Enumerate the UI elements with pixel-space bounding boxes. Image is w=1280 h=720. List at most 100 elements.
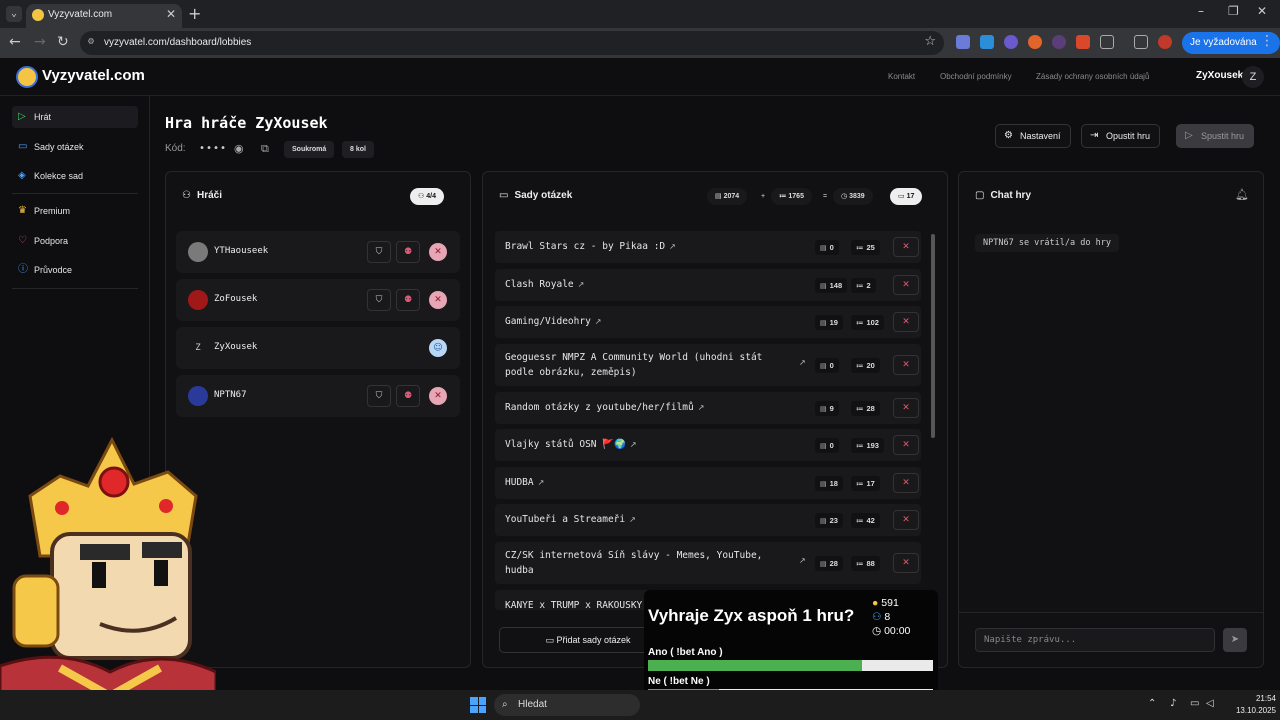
scrollbar[interactable] (931, 234, 935, 438)
tray-chevron-icon[interactable]: ⌃ (1148, 698, 1156, 709)
minimize-icon[interactable]: – (1198, 4, 1204, 18)
external-link-icon[interactable]: ↗ (629, 515, 636, 524)
username[interactable]: ZyXousek (1196, 70, 1243, 81)
contact-link[interactable]: Kontakt (888, 72, 915, 81)
leave-game-button[interactable]: ⇥ Opustit hru (1081, 124, 1161, 148)
remove-set-button[interactable]: ✕ (893, 355, 919, 375)
external-link-icon[interactable]: ↗ (669, 242, 676, 251)
remove-set-button[interactable]: ✕ (893, 553, 919, 573)
question-set-row[interactable]: Random otázky z youtube/her/filmů ↗ ▤ 9 ≔ 28 ✕ (495, 392, 921, 424)
close-window-icon[interactable]: ✕ (1257, 4, 1267, 18)
remove-set-button[interactable]: ✕ (893, 510, 919, 530)
extension-icon[interactable] (956, 35, 970, 49)
maximize-icon[interactable]: ❐ (1228, 4, 1239, 18)
shield-icon[interactable]: ⛉ (367, 289, 391, 311)
question-set-row[interactable]: Vlajky států OSN 🚩🌍 ↗ ▤ 0 ≔ 193 ✕ (495, 429, 921, 461)
send-button[interactable]: ➤ (1223, 628, 1247, 652)
shield-icon[interactable]: ⛉ (367, 241, 391, 263)
extension-icon[interactable] (980, 35, 994, 49)
address-bar[interactable]: ⚙ vyzyvatel.com/dashboard/lobbies ☆ (80, 31, 944, 55)
question-set-name[interactable]: Gaming/Videohry ↗ (505, 314, 805, 329)
make-host-icon[interactable]: ⚉ (396, 385, 420, 407)
taskbar-search[interactable]: ⌕ Hledat (494, 694, 640, 716)
site-info-icon[interactable]: ⚙ (88, 36, 94, 47)
question-set-row[interactable]: HUDBA ↗ ▤ 18 ≔ 17 ✕ (495, 467, 921, 499)
extension-icon[interactable] (1076, 35, 1090, 49)
question-set-row[interactable]: Geoguessr NMPZ A Community World (uhodni… (495, 344, 921, 386)
reload-icon[interactable]: ↻ (57, 34, 69, 50)
question-set-row[interactable]: Brawl Stars cz - by Pikaa :D ↗ ▤ 0 ≔ 25 ✕ (495, 231, 921, 263)
question-set-name[interactable]: Random otázky z youtube/her/filmů ↗ (505, 400, 805, 415)
remove-set-button[interactable]: ✕ (893, 237, 919, 257)
remove-set-button[interactable]: ✕ (893, 398, 919, 418)
remove-set-button[interactable]: ✕ (893, 275, 919, 295)
external-link-icon[interactable]: ↗ (630, 440, 637, 449)
bookmark-star-icon[interactable]: ☆ (924, 34, 936, 49)
remove-set-button[interactable]: ✕ (893, 435, 919, 455)
question-set-row[interactable]: YouTubeři a Streameři ↗ ▤ 23 ≔ 42 ✕ (495, 504, 921, 536)
copy-icon[interactable]: ⧉ (261, 142, 269, 156)
windows-start-icon[interactable] (470, 697, 486, 713)
new-tab-icon[interactable]: + (188, 4, 201, 23)
kick-player-button[interactable]: ✕ (429, 387, 447, 405)
question-set-name[interactable]: CZ/SK internetová Síň slávy - Memes, You… (505, 548, 785, 578)
question-set-name[interactable]: YouTubeři a Streameři ↗ (505, 512, 805, 527)
kick-player-button[interactable]: ✕ (429, 243, 447, 261)
question-set-row[interactable]: CZ/SK internetová Síň slávy - Memes, You… (495, 542, 921, 584)
privacy-badge[interactable]: Soukromá (284, 141, 335, 158)
question-set-name[interactable]: Geoguessr NMPZ A Community World (uhodni… (505, 350, 785, 380)
extension-icon[interactable] (1004, 35, 1018, 49)
network-icon[interactable]: ▭ (1190, 698, 1199, 709)
shield-icon[interactable]: ⛉ (367, 385, 391, 407)
back-icon[interactable]: ← (9, 34, 21, 50)
sidebar-item-play[interactable]: ▷ Hrát (12, 106, 138, 128)
terms-link[interactable]: Obchodní podmínky (940, 72, 1012, 81)
logo-icon[interactable] (16, 66, 38, 88)
remove-set-button[interactable]: ✕ (893, 312, 919, 332)
question-set-row[interactable]: Gaming/Videohry ↗ ▤ 19 ≔ 102 ✕ (495, 306, 921, 338)
microphone-icon[interactable]: ♪ (1170, 698, 1176, 709)
sidebar-item-premium[interactable]: ♛ Premium (12, 200, 138, 222)
extension-icon[interactable] (1028, 35, 1042, 49)
eye-icon[interactable]: ◉ (234, 142, 244, 155)
forward-icon[interactable]: → (34, 34, 46, 50)
privacy-link[interactable]: Zásady ochrany osobních údajů (1036, 72, 1149, 81)
extension-icon[interactable] (1052, 35, 1066, 49)
settings-button[interactable]: ⚙ Nastavení (995, 124, 1071, 148)
close-tab-icon[interactable]: ✕ (166, 7, 176, 21)
extensions-puzzle-icon[interactable] (1100, 35, 1114, 49)
sidebar-item-collections[interactable]: ◈ Kolekce sad (12, 165, 138, 187)
rounds-badge[interactable]: 8 kol (342, 141, 374, 158)
tab-list-chevron-icon[interactable]: ⌄ (6, 6, 22, 22)
reading-list-icon[interactable] (1134, 35, 1148, 49)
avatar[interactable]: Z (1242, 66, 1264, 88)
taskbar-clock[interactable]: 21:54 13.10.2025 (1226, 693, 1276, 717)
make-host-icon[interactable]: ⚉ (396, 241, 420, 263)
question-set-name[interactable]: Clash Royale ↗ (505, 277, 805, 292)
sidebar-item-question-sets[interactable]: ▭ Sady otázek (12, 136, 138, 158)
remove-set-button[interactable]: ✕ (893, 473, 919, 493)
external-link-icon[interactable]: ↗ (595, 317, 602, 326)
chat-input[interactable]: Napište zprávu... (975, 628, 1215, 652)
make-host-icon[interactable]: ⚉ (396, 289, 420, 311)
logo-text[interactable]: Vyzyvatel.com (42, 67, 145, 84)
sidebar-item-guide[interactable]: ⓘ Průvodce (12, 259, 138, 281)
browser-tab[interactable]: Vyzyvatel.com ✕ (26, 4, 182, 28)
external-link-icon[interactable]: ↗ (538, 478, 545, 487)
volume-icon[interactable]: ◁ (1206, 698, 1214, 709)
question-set-name[interactable]: HUDBA ↗ (505, 475, 805, 490)
external-link-icon[interactable]: ↗ (698, 403, 705, 412)
start-game-button[interactable]: ▷ Spustit hru (1176, 124, 1255, 148)
kick-player-button[interactable]: ✕ (429, 291, 447, 309)
question-set-name[interactable]: Brawl Stars cz - by Pikaa :D ↗ (505, 239, 805, 254)
self-user-icon[interactable]: ☺ (429, 339, 447, 357)
bell-icon[interactable]: 🔔︎ (1235, 188, 1249, 201)
sidebar-item-support[interactable]: ♡ Podpora (12, 230, 138, 252)
question-set-name[interactable]: Vlajky států OSN 🚩🌍 ↗ (505, 437, 805, 452)
external-link-icon[interactable]: ↗ (799, 358, 806, 367)
question-set-row[interactable]: Clash Royale ↗ ▤ 148 ≔ 2 ✕ (495, 269, 921, 301)
external-link-icon[interactable]: ↗ (578, 280, 585, 289)
profile-avatar-icon[interactable] (1158, 35, 1172, 49)
external-link-icon[interactable]: ↗ (799, 556, 806, 565)
browser-menu-icon[interactable]: ⋮ (1260, 33, 1274, 49)
